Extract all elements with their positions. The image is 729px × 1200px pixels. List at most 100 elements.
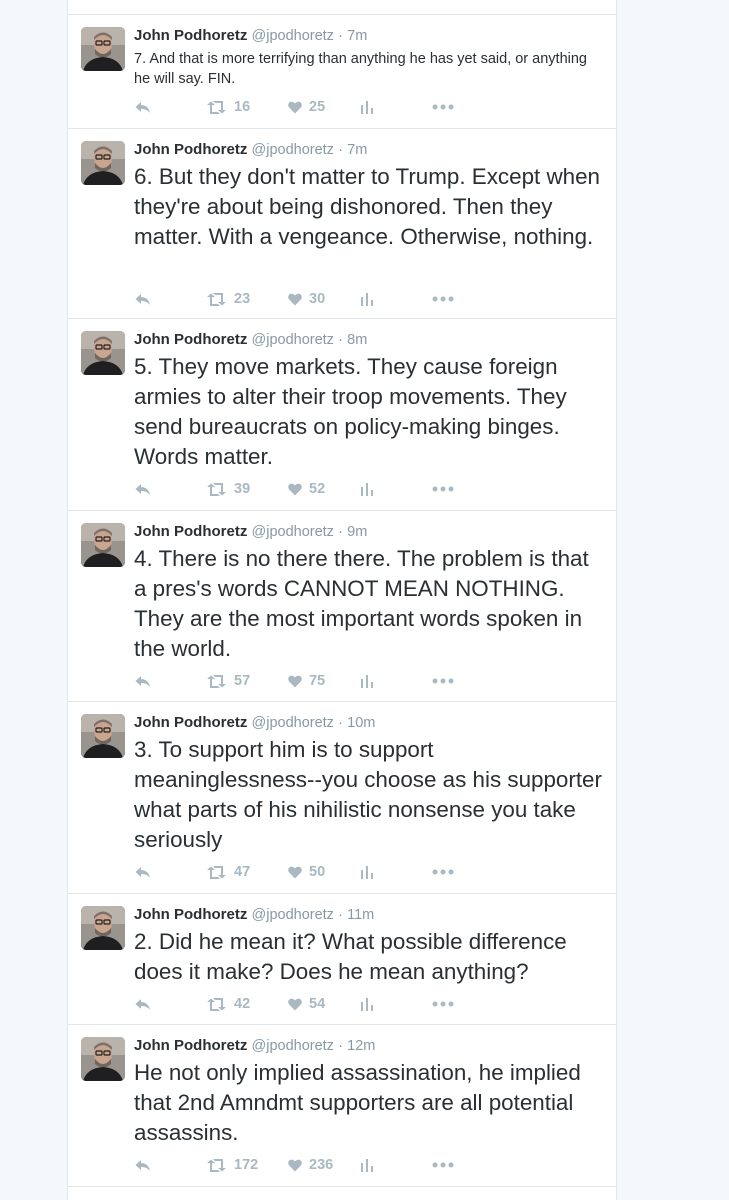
tweet-list: John Podhoretz @jpodhoretz · 7m 7. And t… (68, 15, 616, 1187)
more-button[interactable] (432, 862, 454, 882)
reply-icon (135, 483, 150, 495)
author-handle[interactable]: @jpodhoretz (252, 28, 334, 44)
avatar-photo (81, 523, 125, 567)
avatar[interactable] (81, 906, 125, 950)
retweet-count: 47 (234, 864, 251, 880)
author-handle[interactable]: @jpodhoretz (252, 1038, 334, 1054)
avatar-photo (81, 331, 125, 375)
tweet[interactable]: John Podhoretz @jpodhoretz · 8m 5. They … (68, 319, 616, 511)
analytics-button[interactable] (360, 479, 374, 499)
author-name[interactable]: John Podhoretz (134, 523, 247, 540)
author-name[interactable]: John Podhoretz (134, 1037, 247, 1054)
tweet[interactable]: John Podhoretz @jpodhoretz · 7m 6. But t… (68, 129, 616, 319)
tweet[interactable]: John Podhoretz @jpodhoretz · 12m He not … (68, 1025, 616, 1187)
tweet-actions: 47 50 (134, 862, 474, 882)
avatar[interactable] (81, 331, 125, 375)
reply-button[interactable] (134, 1155, 151, 1175)
retweet-button[interactable]: 39 (206, 479, 250, 499)
analytics-button[interactable] (360, 862, 374, 882)
tweet-text: 6. But they don't matter to Trump. Excep… (134, 164, 601, 249)
heart-icon (288, 1159, 302, 1171)
avatar[interactable] (81, 27, 125, 71)
reply-button[interactable] (134, 994, 151, 1014)
retweet-button[interactable]: 57 (206, 671, 250, 691)
heart-icon (288, 866, 302, 878)
like-count: 54 (309, 996, 326, 1012)
more-button[interactable] (432, 479, 454, 499)
author-handle[interactable]: @jpodhoretz (252, 524, 334, 540)
reply-button[interactable] (134, 862, 151, 882)
more-button[interactable] (432, 97, 454, 117)
author-handle[interactable]: @jpodhoretz (252, 142, 334, 158)
tweet-timestamp[interactable]: 11m (347, 907, 374, 923)
analytics-icon (361, 1159, 373, 1172)
author-handle[interactable]: @jpodhoretz (252, 907, 334, 923)
reply-button[interactable] (134, 289, 151, 309)
like-count: 25 (309, 99, 326, 115)
analytics-icon (361, 483, 373, 496)
retweet-icon (207, 100, 226, 114)
timeline: John Podhoretz @jpodhoretz · 7m 7. And t… (67, 0, 617, 1200)
author-handle[interactable]: @jpodhoretz (252, 332, 334, 348)
tweet-timestamp[interactable]: 12m (347, 1038, 375, 1054)
tweet-timestamp[interactable]: 9m (347, 524, 367, 540)
like-count: 30 (309, 291, 326, 307)
author-name[interactable]: John Podhoretz (134, 27, 247, 44)
avatar[interactable] (81, 1037, 125, 1081)
avatar[interactable] (81, 141, 125, 185)
more-button[interactable] (432, 1155, 454, 1175)
more-dots-icon (432, 104, 454, 110)
tweet-timestamp[interactable]: 7m (347, 142, 367, 158)
analytics-button[interactable] (360, 994, 374, 1014)
author-name[interactable]: John Podhoretz (134, 906, 247, 923)
tweet-actions: 23 30 (134, 289, 474, 309)
retweet-count: 16 (234, 99, 251, 115)
retweet-button[interactable]: 172 (206, 1155, 258, 1175)
retweet-button[interactable]: 23 (206, 289, 250, 309)
analytics-button[interactable] (360, 671, 374, 691)
analytics-button[interactable] (360, 97, 374, 117)
author-name[interactable]: John Podhoretz (134, 141, 247, 158)
like-button[interactable]: 52 (288, 479, 325, 499)
author-name[interactable]: John Podhoretz (134, 331, 247, 348)
tweet-timestamp[interactable]: 10m (347, 715, 375, 731)
reply-icon (135, 293, 150, 305)
avatar-photo (81, 1037, 125, 1081)
like-count: 236 (309, 1157, 334, 1173)
avatar[interactable] (81, 714, 125, 758)
retweet-button[interactable]: 16 (206, 97, 250, 117)
retweet-button[interactable]: 47 (206, 862, 250, 882)
tweet-header: John Podhoretz @jpodhoretz · 10m (134, 713, 375, 733)
author-handle[interactable]: @jpodhoretz (252, 715, 334, 731)
analytics-button[interactable] (360, 289, 374, 309)
more-button[interactable] (432, 289, 454, 309)
more-dots-icon (432, 296, 454, 302)
tweet[interactable]: John Podhoretz @jpodhoretz · 9m 4. There… (68, 511, 616, 702)
tweet-actions: 16 25 (134, 97, 474, 117)
tweet[interactable]: John Podhoretz @jpodhoretz · 11m 2. Did … (68, 894, 616, 1025)
like-button[interactable]: 25 (288, 97, 325, 117)
retweet-button[interactable]: 42 (206, 994, 250, 1014)
tweet-timestamp[interactable]: 8m (347, 332, 367, 348)
more-button[interactable] (432, 994, 454, 1014)
header-separator: · (338, 715, 343, 731)
tweet[interactable]: John Podhoretz @jpodhoretz · 10m 3. To s… (68, 702, 616, 894)
tweet[interactable]: John Podhoretz @jpodhoretz · 7m 7. And t… (68, 15, 616, 129)
tweet-timestamp[interactable]: 7m (347, 28, 367, 44)
avatar[interactable] (81, 523, 125, 567)
analytics-button[interactable] (360, 1155, 374, 1175)
author-name[interactable]: John Podhoretz (134, 714, 247, 731)
reply-button[interactable] (134, 97, 151, 117)
reply-icon (135, 675, 150, 687)
like-count: 75 (309, 673, 326, 689)
like-button[interactable]: 236 (288, 1155, 333, 1175)
like-button[interactable]: 75 (288, 671, 325, 691)
retweet-count: 172 (234, 1157, 259, 1173)
reply-button[interactable] (134, 671, 151, 691)
more-button[interactable] (432, 671, 454, 691)
reply-button[interactable] (134, 479, 151, 499)
like-button[interactable]: 30 (288, 289, 325, 309)
like-button[interactable]: 54 (288, 994, 325, 1014)
like-button[interactable]: 50 (288, 862, 325, 882)
retweet-icon (207, 292, 226, 306)
